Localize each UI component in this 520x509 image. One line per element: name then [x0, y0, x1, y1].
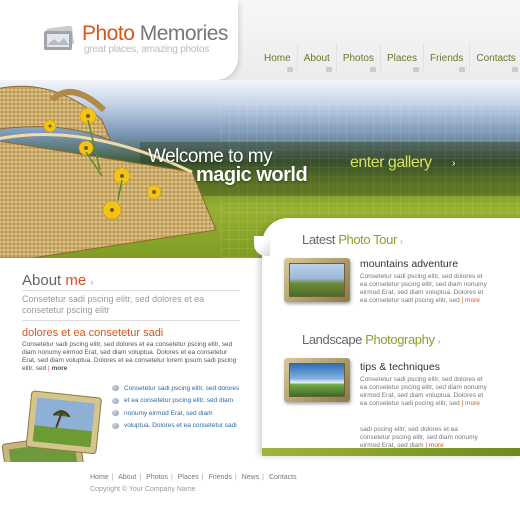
- footer-link-news[interactable]: News: [242, 474, 260, 481]
- nav-marker-icon: [459, 67, 466, 72]
- about-link-list: Consetetur sadi pscing elitr, sed dolore…: [112, 382, 239, 432]
- nav-marker-icon: [511, 67, 518, 72]
- nav-item-about[interactable]: About: [296, 44, 336, 74]
- about-heading: About me ›: [22, 272, 93, 289]
- nav-label: About: [303, 53, 330, 64]
- picnic-basket-image: [0, 85, 217, 258]
- nav-label: Friends: [429, 53, 464, 64]
- about-more-link[interactable]: more: [52, 365, 68, 372]
- landscape-photo: [289, 363, 345, 397]
- tour-more-link[interactable]: more: [465, 297, 480, 304]
- separator: |: [111, 474, 114, 481]
- landscape-heading: Landscape Photography ›: [302, 332, 441, 347]
- nav-item-places[interactable]: Places: [379, 44, 423, 74]
- landscape-more-link[interactable]: more: [465, 400, 480, 407]
- list-item-label: Consetetur sadi pscing elitr, sed dolore…: [124, 384, 240, 392]
- list-item[interactable]: Consetetur sadi pscing elitr, sed dolore…: [112, 382, 239, 395]
- list-item[interactable]: voluptua. Dolores et ea consetetur sadi: [112, 420, 239, 433]
- site-slogan: great places, amazing photos: [84, 44, 210, 55]
- nav-item-friends[interactable]: Friends: [422, 44, 469, 74]
- separator: |: [262, 474, 264, 481]
- tour-arrow-icon: ›: [400, 237, 403, 246]
- bullet-icon: [112, 397, 119, 404]
- landscape-thumbnail[interactable]: [284, 358, 350, 402]
- about-heading-part1: About: [22, 272, 62, 289]
- divider: [22, 290, 240, 291]
- landscape-extra-body: sadi pscing elitr, sed dolores et ea con…: [360, 426, 488, 450]
- footer-link-home[interactable]: Home: [90, 474, 109, 481]
- landscape-heading-part2: Photography: [365, 332, 435, 347]
- copyright: Copyright © Your Company Name: [90, 486, 196, 493]
- tour-heading-part2: Photo Tour: [338, 232, 397, 247]
- nav-label: Photos: [342, 53, 374, 64]
- site-title-part1: Photo: [82, 22, 135, 45]
- landscape-item-title[interactable]: tips & techniques: [360, 361, 440, 373]
- footer-link-photos[interactable]: Photos: [146, 474, 168, 481]
- about-subheading: dolores et ea consetetur sadi: [22, 327, 164, 339]
- footer-link-contacts[interactable]: Contacts: [269, 474, 297, 481]
- nav-label: Places: [386, 53, 417, 64]
- about-intro: Consetetur sadi pscing elitr, sed dolore…: [22, 294, 205, 315]
- landscape-item-body: Consetetur sadi pscing elitr, sed dolore…: [360, 376, 488, 408]
- footer-link-places[interactable]: Places: [178, 474, 199, 481]
- tour-item-title[interactable]: mountains adventure: [360, 258, 458, 270]
- footer-link-friends[interactable]: Friends: [209, 474, 232, 481]
- list-item-label: et ea consetetur pscing elitr, sed diam: [124, 397, 234, 405]
- logo-area[interactable]: Photo Memories great places, amazing pho…: [0, 0, 238, 80]
- nav-marker-icon: [369, 67, 376, 72]
- list-item-label: nonumy eirmod Erat, sed diam: [124, 409, 213, 417]
- nav-item-photos[interactable]: Photos: [335, 44, 380, 74]
- separator: |: [234, 474, 237, 481]
- about-heading-part2: me: [65, 272, 87, 289]
- header: Photo Memories great places, amazing pho…: [0, 0, 520, 80]
- footer-links: Home | About | Photos | Places | Friends | Ne…: [90, 474, 297, 481]
- nav-marker-icon: [412, 67, 419, 72]
- nav-marker-icon: [286, 67, 293, 72]
- about-arrow-icon: ›: [90, 277, 94, 287]
- divider: [22, 320, 240, 321]
- footer-link-about[interactable]: About: [118, 474, 136, 481]
- site-title-part2: Memories: [139, 22, 229, 45]
- nav-label: Home: [264, 53, 291, 64]
- nav-marker-icon: [325, 67, 332, 72]
- bullet-icon: [112, 422, 119, 429]
- list-item-label: voluptua. Dolores et ea consetetur sadi: [124, 422, 237, 430]
- enter-gallery-link[interactable]: enter gallery: [350, 154, 432, 172]
- tour-thumbnail[interactable]: [284, 258, 350, 302]
- tour-item-body: Consetetur sadi pscing elitr, sed dolore…: [360, 273, 488, 305]
- nav-item-contacts[interactable]: Contacts: [469, 44, 520, 74]
- list-item[interactable]: nonumy eirmod Erat, sed diam: [112, 407, 239, 420]
- landscape-heading-part1: Landscape: [302, 332, 363, 347]
- tour-heading: Latest Photo Tour ›: [302, 232, 403, 247]
- bullet-icon: [112, 410, 119, 417]
- list-item[interactable]: et ea consetetur pscing elitr, sed diam: [112, 395, 239, 408]
- welcome-line-2: magic world: [196, 164, 308, 186]
- landscape-extra-text: sadi pscing elitr, sed dolores et ea con…: [360, 426, 478, 449]
- nav-label: Contacts: [476, 53, 516, 64]
- site-title: Photo Memories: [82, 22, 228, 46]
- separator: |: [201, 474, 204, 481]
- mountains-photo: [289, 263, 345, 297]
- landscape-arrow-icon: ›: [437, 337, 441, 346]
- about-body: Consetetur sadi pscing elitr, sed dolore…: [22, 341, 242, 373]
- content-panel: Latest Photo Tour › mountains adventure …: [262, 218, 520, 454]
- separator: |: [139, 474, 142, 481]
- separator: |: [170, 474, 173, 481]
- nav-item-home[interactable]: Home: [258, 44, 297, 74]
- bullet-icon: [112, 385, 119, 392]
- tour-heading-part1: Latest: [302, 232, 336, 247]
- photo-stack-logo-icon: [44, 26, 75, 50]
- main-nav: Home About Photos Places Friends Contact…: [258, 44, 520, 80]
- green-accent-strip: [262, 448, 520, 456]
- enter-gallery-arrow-icon[interactable]: ›: [452, 158, 455, 169]
- footer: Home | About | Photos | Places | Friends | Ne…: [0, 462, 520, 509]
